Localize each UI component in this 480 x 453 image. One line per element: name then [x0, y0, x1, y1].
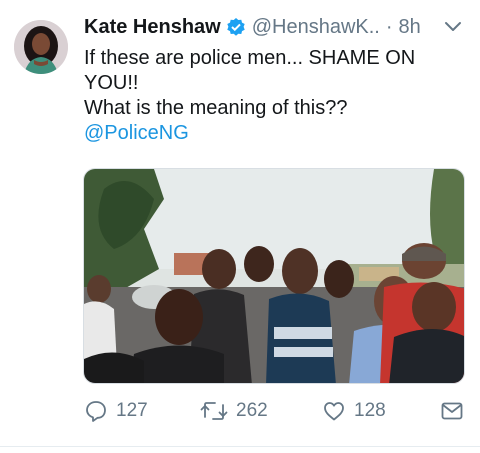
photo-icon [84, 169, 464, 383]
author-name[interactable]: Kate Henshaw [84, 16, 221, 39]
chevron-down-icon[interactable] [444, 20, 462, 34]
author-handle[interactable]: @HenshawK.. [252, 16, 380, 39]
tweet-text: If these are police men... SHAME ON YOU!… [84, 46, 464, 146]
verified-badge-icon [226, 17, 246, 37]
retweet-button[interactable]: 262 [200, 396, 268, 426]
like-button[interactable]: 128 [322, 396, 386, 426]
tweet-photo[interactable] [83, 168, 465, 384]
tweet-text-line: If these are police men... SHAME ON [84, 47, 416, 69]
like-count: 128 [354, 400, 386, 421]
envelope-icon [441, 402, 463, 420]
avatar-icon [14, 20, 68, 74]
divider [0, 446, 480, 447]
header-separator: · [385, 15, 393, 38]
reply-button[interactable]: 127 [84, 396, 148, 426]
tweet-actions: 127 262 128 [84, 396, 468, 426]
tweet-header: Kate Henshaw @HenshawK.. · 8h [84, 14, 421, 40]
author-avatar[interactable] [14, 20, 68, 74]
heart-icon [324, 402, 344, 421]
tweet-timestamp[interactable]: 8h [399, 16, 421, 39]
tweet-text-line: What is the meaning of this?? [84, 97, 348, 119]
direct-message-button[interactable] [440, 396, 472, 426]
retweet-icon [200, 402, 228, 420]
reply-icon [86, 401, 106, 422]
mention-link[interactable]: @PoliceNG [84, 121, 464, 146]
retweet-count: 262 [236, 400, 268, 421]
reply-count: 127 [116, 400, 148, 421]
tweet-card[interactable]: Kate Henshaw @HenshawK.. · 8h If these a… [0, 0, 480, 453]
tweet-text-line: YOU!! [84, 72, 139, 94]
